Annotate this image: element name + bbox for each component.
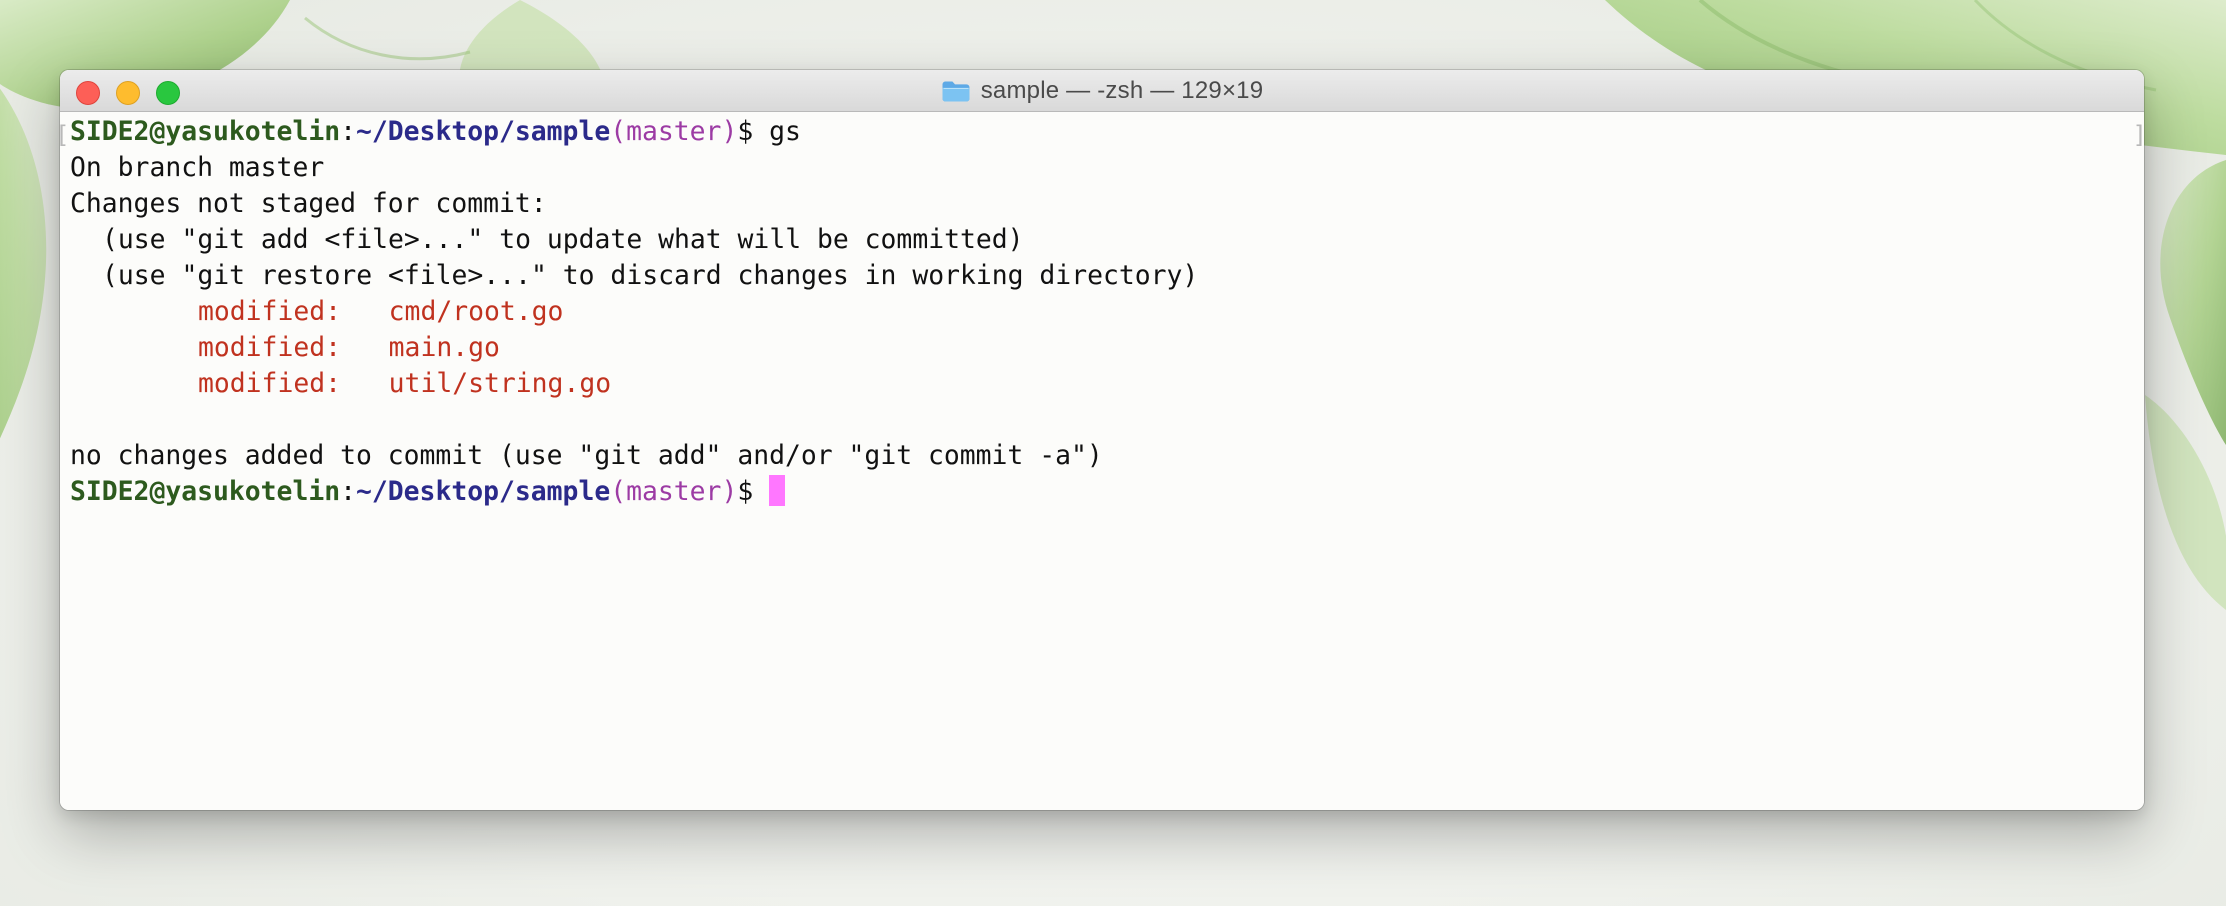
modified-file-line: modified: main.go bbox=[70, 330, 500, 366]
prompt-branch-close: ) bbox=[721, 116, 738, 147]
right-edge-marker: ] bbox=[2133, 120, 2144, 150]
prompt-branch-open: ( bbox=[610, 116, 627, 147]
window-titlebar[interactable]: sample — -zsh — 129×19 bbox=[60, 70, 2144, 112]
modified-status: modified: bbox=[198, 368, 341, 399]
prompt-symbol: $ bbox=[737, 116, 754, 147]
command-text: gs bbox=[769, 116, 801, 147]
prompt-path: ~/Desktop/sample bbox=[356, 476, 611, 507]
prompt-user: SIDE2@yasukotelin bbox=[70, 116, 341, 147]
modified-file-line: modified: cmd/root.go bbox=[70, 294, 563, 330]
hint-restore-line: (use "git restore <file>..." to discard … bbox=[102, 260, 1199, 291]
window-title: sample — -zsh — 129×19 bbox=[980, 77, 1264, 104]
prompt-branch-close: ) bbox=[721, 476, 738, 507]
modified-path: cmd/root.go bbox=[388, 296, 564, 327]
prompt-symbol: $ bbox=[737, 476, 754, 507]
output-header-line: Changes not staged for commit: bbox=[70, 188, 547, 219]
prompt-user: SIDE2@yasukotelin bbox=[70, 476, 341, 507]
hint-add-line: (use "git add <file>..." to update what … bbox=[102, 224, 1024, 255]
window-title-group: sample — -zsh — 129×19 bbox=[60, 70, 2144, 112]
modified-status: modified: bbox=[198, 332, 341, 363]
prompt-branch: master bbox=[626, 476, 722, 507]
left-edge-marker: [ bbox=[60, 120, 69, 150]
terminal-content[interactable]: [ ] SIDE2@yasukotelin:~/Desktop/sample(m… bbox=[60, 112, 2144, 810]
summary-line: no changes added to commit (use "git add… bbox=[70, 440, 1103, 471]
modified-file-line: modified: util/string.go bbox=[70, 366, 611, 402]
active-prompt-line[interactable]: SIDE2@yasukotelin:~/Desktop/sample(maste… bbox=[70, 474, 786, 510]
text-cursor[interactable] bbox=[769, 475, 786, 506]
modified-path: main.go bbox=[388, 332, 500, 363]
modified-path: util/string.go bbox=[388, 368, 612, 399]
prompt-path: ~/Desktop/sample bbox=[356, 116, 611, 147]
prompt-line: SIDE2@yasukotelin:~/Desktop/sample(maste… bbox=[70, 114, 801, 150]
modified-status: modified: bbox=[198, 296, 341, 327]
prompt-separator: : bbox=[340, 116, 356, 147]
terminal-window[interactable]: sample — -zsh — 129×19 [ ] SIDE2@yasukot… bbox=[60, 70, 2144, 810]
prompt-separator: : bbox=[340, 476, 356, 507]
output-branch-line: On branch master bbox=[70, 152, 325, 183]
prompt-branch-open: ( bbox=[610, 476, 627, 507]
prompt-branch: master bbox=[626, 116, 722, 147]
folder-icon bbox=[942, 81, 970, 102]
